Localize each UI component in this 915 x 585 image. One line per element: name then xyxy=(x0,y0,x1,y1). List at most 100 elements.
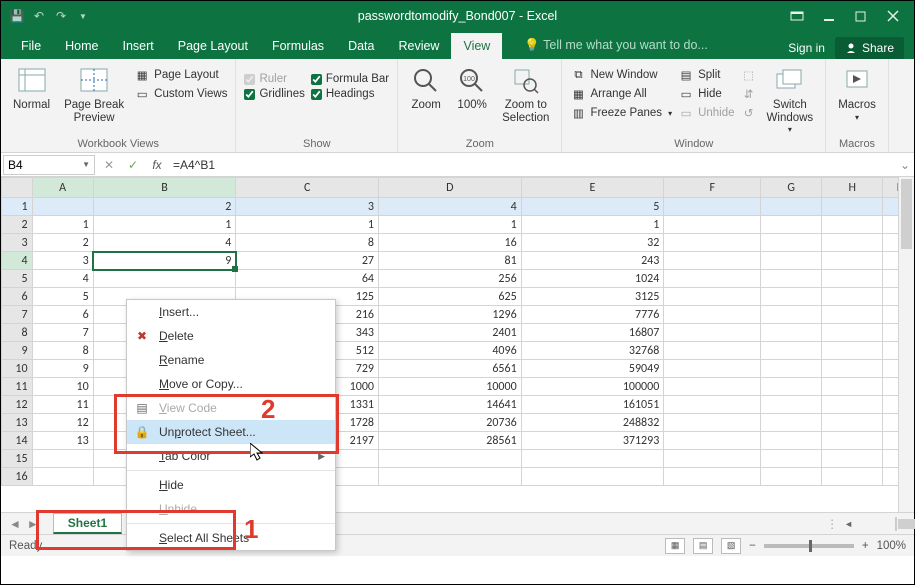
cell[interactable] xyxy=(664,288,761,306)
cell[interactable]: 100000 xyxy=(521,378,664,396)
cell[interactable] xyxy=(521,468,664,486)
row-header[interactable]: 3 xyxy=(2,234,33,252)
col-header-A[interactable]: A xyxy=(32,178,93,198)
col-header-H[interactable]: H xyxy=(822,178,883,198)
cell[interactable] xyxy=(761,468,822,486)
cell[interactable] xyxy=(822,306,883,324)
cell[interactable]: 625 xyxy=(379,288,522,306)
cell[interactable] xyxy=(664,396,761,414)
switch-windows-button[interactable]: Switch Windows▾ xyxy=(763,63,818,137)
cell[interactable]: 2401 xyxy=(379,324,522,342)
cell[interactable] xyxy=(664,342,761,360)
sheet-tab-1[interactable]: Sheet1 xyxy=(53,513,122,534)
cell[interactable] xyxy=(822,396,883,414)
cell[interactable]: 7 xyxy=(32,324,93,342)
cell[interactable]: 59049 xyxy=(521,360,664,378)
cell[interactable]: 7776 xyxy=(521,306,664,324)
row-header[interactable]: 7 xyxy=(2,306,33,324)
cell[interactable] xyxy=(379,468,522,486)
cell[interactable] xyxy=(761,432,822,450)
cell[interactable] xyxy=(379,450,522,468)
cell[interactable]: 16 xyxy=(379,234,522,252)
cell[interactable]: 4 xyxy=(93,234,236,252)
col-header-G[interactable]: G xyxy=(761,178,822,198)
cell[interactable]: 20736 xyxy=(379,414,522,432)
cell[interactable] xyxy=(761,270,822,288)
cell[interactable]: 1296 xyxy=(379,306,522,324)
cell[interactable] xyxy=(822,270,883,288)
cell[interactable]: 27 xyxy=(236,252,379,270)
tab-data[interactable]: Data xyxy=(336,33,386,59)
cell[interactable]: 1 xyxy=(236,216,379,234)
zoom-out-icon[interactable]: − xyxy=(749,540,756,552)
col-header-D[interactable]: D xyxy=(379,178,522,198)
cell[interactable] xyxy=(822,198,883,216)
cell[interactable]: 3 xyxy=(32,252,93,270)
qat-customize-icon[interactable]: ▼ xyxy=(75,8,91,24)
cell[interactable] xyxy=(761,198,822,216)
view-page-layout-icon[interactable]: ▤ xyxy=(693,538,713,554)
row-header[interactable]: 1 xyxy=(2,198,33,216)
cell[interactable] xyxy=(822,432,883,450)
cell[interactable]: 2 xyxy=(32,234,93,252)
cell[interactable]: 2 xyxy=(93,198,236,216)
cell[interactable] xyxy=(822,468,883,486)
chevron-down-icon[interactable]: ▼ xyxy=(82,160,90,169)
headings-checkbox[interactable]: Headings xyxy=(311,88,389,100)
cell[interactable] xyxy=(822,288,883,306)
cell[interactable] xyxy=(761,342,822,360)
tell-me-search[interactable]: 💡 Tell me what you want to do... xyxy=(512,32,719,59)
col-header-C[interactable]: C xyxy=(236,178,379,198)
cell[interactable] xyxy=(761,360,822,378)
row-header[interactable]: 15 xyxy=(2,450,33,468)
zoom-percent[interactable]: 100% xyxy=(877,540,906,552)
ctx-insert[interactable]: Insert... xyxy=(127,300,335,324)
cell[interactable]: 64 xyxy=(236,270,379,288)
col-header-F[interactable]: F xyxy=(664,178,761,198)
cell[interactable] xyxy=(664,414,761,432)
cell[interactable] xyxy=(664,216,761,234)
close-icon[interactable] xyxy=(884,7,902,25)
zoom-to-selection-button[interactable]: Zoom to Selection xyxy=(498,63,553,126)
zoom-in-icon[interactable]: + xyxy=(862,540,869,552)
ctx-unprotect-sheet[interactable]: 🔒Unprotect Sheet... xyxy=(127,420,335,444)
cell[interactable] xyxy=(761,450,822,468)
cell[interactable]: 256 xyxy=(379,270,522,288)
col-header-E[interactable]: E xyxy=(521,178,664,198)
custom-views-button[interactable]: ▭Custom Views xyxy=(134,86,227,102)
macros-button[interactable]: Macros▾ xyxy=(834,63,880,124)
cell[interactable] xyxy=(761,414,822,432)
cell[interactable] xyxy=(521,450,664,468)
maximize-icon[interactable] xyxy=(852,7,870,25)
zoom-button[interactable]: Zoom xyxy=(406,63,446,114)
cell[interactable] xyxy=(822,252,883,270)
cell[interactable] xyxy=(761,396,822,414)
freeze-panes-button[interactable]: ▥Freeze Panes▾ xyxy=(570,105,672,121)
undo-icon[interactable]: ↶ xyxy=(31,8,47,24)
cell[interactable] xyxy=(93,270,236,288)
cell[interactable] xyxy=(664,378,761,396)
cell[interactable] xyxy=(664,432,761,450)
row-header[interactable]: 4 xyxy=(2,252,33,270)
cell[interactable] xyxy=(761,252,822,270)
tab-home[interactable]: Home xyxy=(53,33,110,59)
cell[interactable]: 32768 xyxy=(521,342,664,360)
view-page-break-icon[interactable]: ▧ xyxy=(721,538,741,554)
tab-nav-next-icon[interactable]: ► xyxy=(27,517,39,531)
cell[interactable]: 12 xyxy=(32,414,93,432)
gridlines-checkbox[interactable]: Gridlines xyxy=(244,88,304,100)
page-layout-button[interactable]: ▦Page Layout xyxy=(134,67,227,83)
ribbon-options-icon[interactable] xyxy=(788,7,806,25)
row-header[interactable]: 9 xyxy=(2,342,33,360)
fx-icon[interactable]: fx xyxy=(145,158,169,172)
cell[interactable] xyxy=(761,288,822,306)
cell[interactable] xyxy=(822,360,883,378)
horizontal-scrollbar[interactable] xyxy=(895,517,897,531)
tab-file[interactable]: File xyxy=(9,33,53,59)
cell[interactable]: 1 xyxy=(521,216,664,234)
cell[interactable]: 10 xyxy=(32,378,93,396)
cell[interactable] xyxy=(664,468,761,486)
redo-icon[interactable]: ↷ xyxy=(53,8,69,24)
normal-view-button[interactable]: Normal xyxy=(9,63,54,114)
tab-formulas[interactable]: Formulas xyxy=(260,33,336,59)
